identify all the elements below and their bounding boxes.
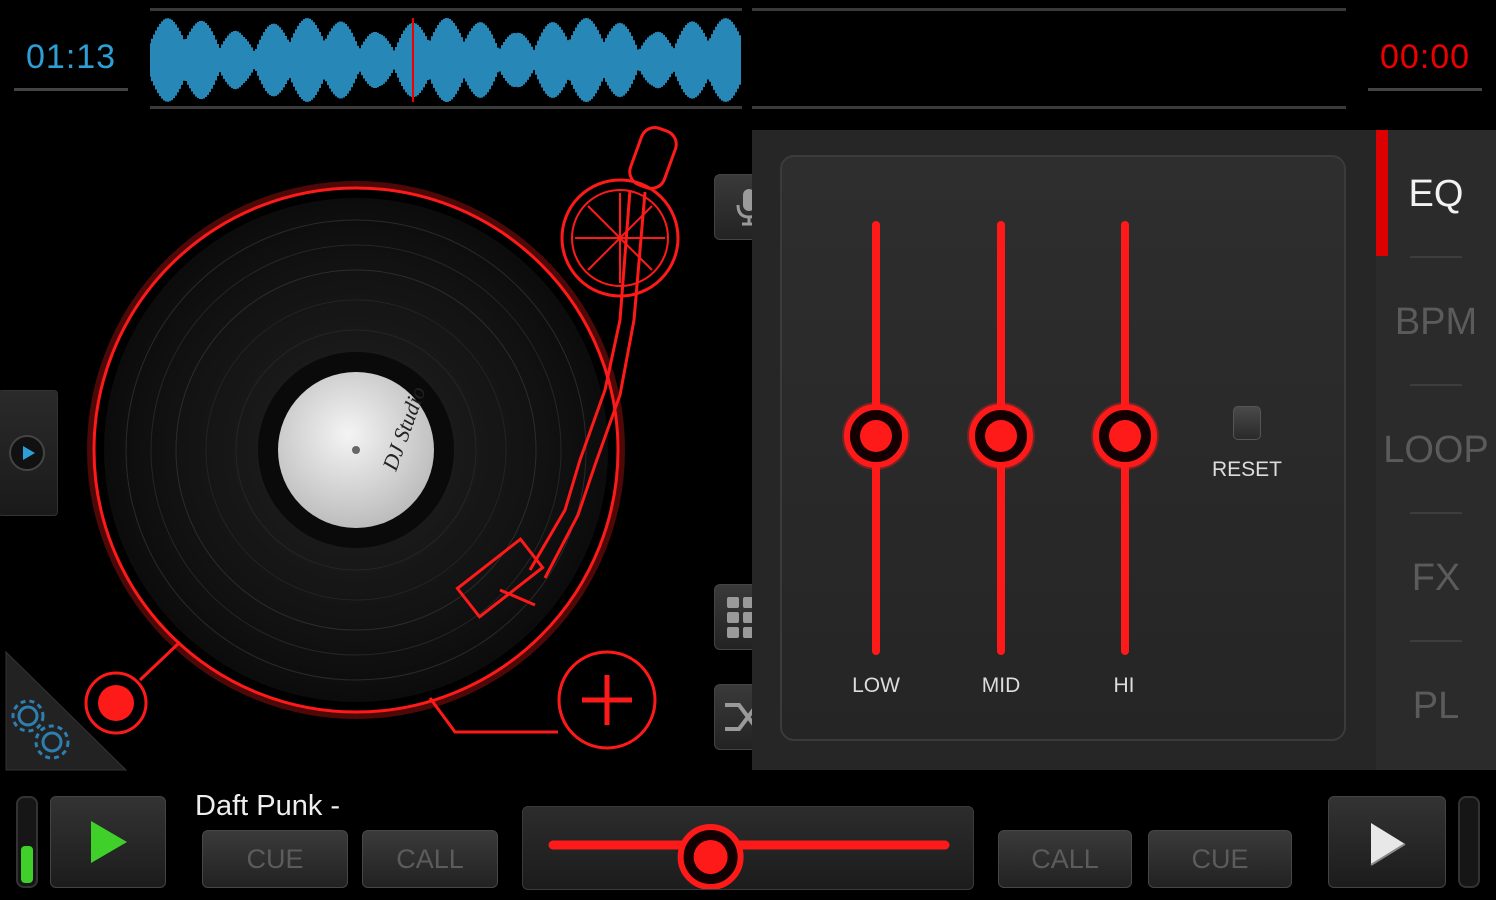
deck-b-level-meter <box>1458 796 1480 888</box>
deck-a-play-button[interactable] <box>50 796 166 888</box>
eq-reset-button[interactable] <box>1233 406 1261 440</box>
tab-pl[interactable]: PL <box>1376 642 1496 770</box>
crossfader[interactable] <box>522 806 974 890</box>
deck-a-level-meter <box>16 796 38 888</box>
deck-b-waveform-top-rail <box>752 8 1346 11</box>
eq-low-fader-knob[interactable] <box>842 402 910 470</box>
deck-a-level-fill <box>21 846 33 883</box>
deck-a-call-button[interactable]: CALL <box>362 830 498 888</box>
crossfader-knob[interactable] <box>677 824 744 890</box>
deck-a-cue-button[interactable]: CUE <box>202 830 348 888</box>
deck-b-cue-button[interactable]: CUE <box>1148 830 1292 888</box>
add-icon[interactable] <box>557 650 657 750</box>
deck-b-call-button[interactable]: CALL <box>998 830 1132 888</box>
tab-fx[interactable]: FX <box>1376 514 1496 642</box>
eq-reset-label: RESET <box>1211 458 1282 481</box>
deck-a-waveform[interactable] <box>150 14 742 106</box>
mixer-tabs: EQ BPM LOOP FX PL <box>1376 130 1496 770</box>
deck-b-waveform[interactable] <box>752 106 1346 109</box>
eq-hi-fader-knob[interactable] <box>1091 402 1159 470</box>
tab-eq[interactable]: EQ <box>1376 130 1496 258</box>
vinyl-record[interactable]: DJ Studio <box>104 198 608 702</box>
eq-low-label: LOW <box>852 674 900 697</box>
deck-b-play-button[interactable] <box>1328 796 1446 888</box>
deck-b-time-underline <box>1368 88 1482 91</box>
eq-mid-label: MID <box>981 674 1021 697</box>
eq-mid-fader-knob[interactable] <box>967 402 1035 470</box>
play-icon <box>91 821 127 863</box>
turntable: DJ Studio <box>84 126 680 750</box>
deck-a-waveform-bottom-rail <box>150 106 742 109</box>
eq-hi-label: HI <box>1113 674 1135 697</box>
crossfader-track <box>548 824 950 890</box>
deck-b-elapsed-time: 00:00 <box>1380 38 1471 76</box>
deck-a-time-underline <box>14 88 128 91</box>
deck-a-elapsed-time: 01:13 <box>26 38 117 76</box>
deck-a-track-title: Daft Punk - <box>195 790 341 822</box>
tab-loop[interactable]: LOOP <box>1376 386 1496 514</box>
settings-gears-icon[interactable] <box>0 650 130 772</box>
play-small-icon <box>9 435 45 471</box>
eq-faders <box>842 221 1159 655</box>
tab-bpm[interactable]: BPM <box>1376 258 1496 386</box>
deck-a-panel-toggle-button[interactable] <box>0 390 58 516</box>
play-icon <box>1370 823 1406 866</box>
deck-a-waveform-top-rail <box>150 8 742 11</box>
